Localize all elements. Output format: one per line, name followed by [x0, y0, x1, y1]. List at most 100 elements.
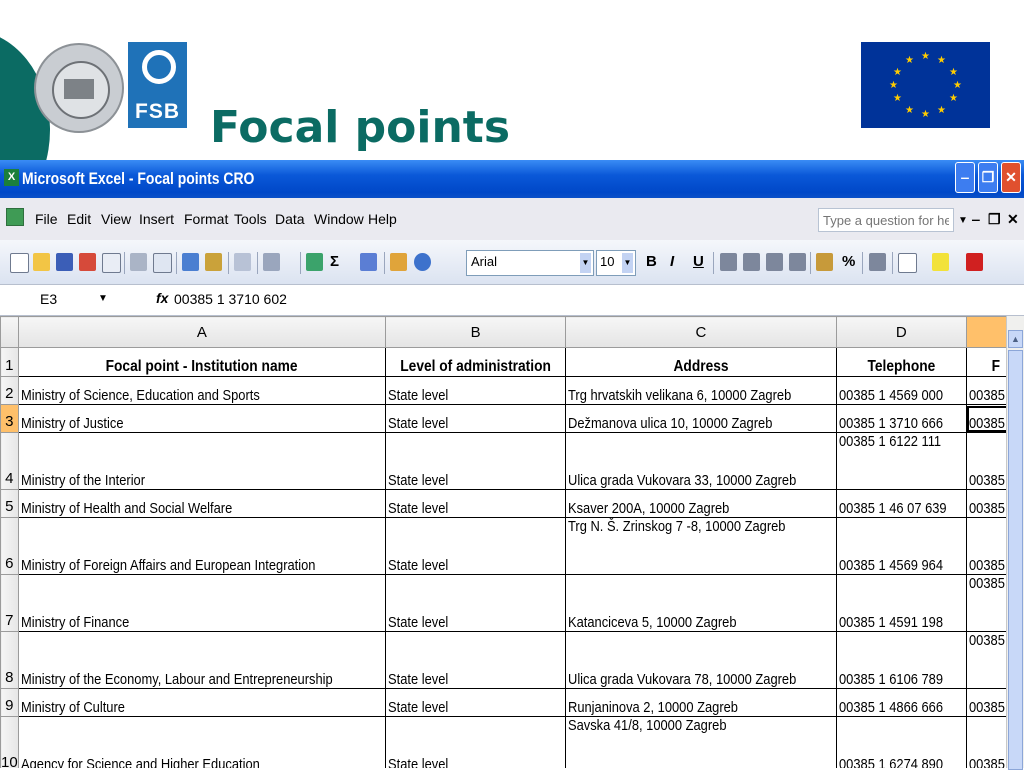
minimize-button[interactable]: ‒	[955, 162, 975, 193]
function-icon[interactable]: fx	[156, 290, 168, 306]
cell-e[interactable]: 00385 1	[965, 517, 1006, 575]
cell-e[interactable]: 00385 1	[965, 631, 1006, 689]
cell-a[interactable]: Ministry of the Economy, Labour and Entr…	[17, 631, 387, 689]
cell-d[interactable]: 00385 1 4569 000	[835, 376, 967, 405]
fill-color-icon[interactable]	[932, 253, 949, 271]
cell-b[interactable]: Level of administration	[385, 347, 567, 377]
cell-b[interactable]: State level	[385, 574, 567, 632]
row-header[interactable]: 1	[0, 347, 19, 377]
spelling-icon[interactable]	[182, 253, 199, 271]
cell-a[interactable]: Ministry of Justice	[17, 404, 387, 433]
paste-icon[interactable]	[234, 253, 251, 271]
autosum-button[interactable]: Σ	[330, 253, 339, 270]
merge-center-icon[interactable]	[789, 253, 806, 271]
print-preview-icon[interactable]	[153, 253, 172, 273]
cell-c[interactable]: Address	[565, 347, 837, 377]
help-search-input[interactable]	[818, 208, 954, 232]
cell-a[interactable]: Ministry of Foreign Affairs and European…	[17, 517, 387, 575]
cell-a[interactable]: Agency for Science and Higher Education	[17, 716, 387, 768]
cell-e[interactable]: 00385 1	[965, 688, 1006, 717]
font-name-select[interactable]: Arial ▼	[466, 250, 594, 276]
cell-b[interactable]: State level	[385, 432, 567, 490]
undo-icon[interactable]	[263, 253, 280, 271]
cell-c[interactable]: Savska 41/8, 10000 Zagreb	[565, 716, 837, 768]
cell-a[interactable]: Ministry of Finance	[17, 574, 387, 632]
print-icon[interactable]	[130, 253, 147, 271]
cell-b[interactable]: State level	[385, 376, 567, 405]
indent-icon[interactable]	[869, 253, 886, 271]
cell-e[interactable]: 00385 1	[965, 716, 1006, 768]
maximize-button[interactable]: ❐	[978, 162, 998, 193]
cell-b[interactable]: State level	[385, 489, 567, 518]
sort-ascending-icon[interactable]	[360, 253, 377, 271]
cell-a[interactable]: Ministry of Culture	[17, 688, 387, 717]
permission-icon[interactable]	[79, 253, 96, 271]
cell-c[interactable]: Trg hrvatskih velikana 6, 10000 Zagreb	[565, 376, 837, 405]
cell-a[interactable]: Ministry of Health and Social Welfare	[17, 489, 387, 518]
row-header[interactable]: 8	[0, 631, 19, 689]
select-all-corner[interactable]	[0, 316, 19, 348]
cell-c[interactable]: Trg N. Š. Zrinskog 7 -8, 10000 Zagreb	[565, 517, 837, 575]
underline-button[interactable]: U	[693, 253, 704, 270]
column-header-c[interactable]: C	[565, 316, 837, 348]
align-right-icon[interactable]	[766, 253, 783, 271]
open-icon[interactable]	[33, 253, 50, 271]
align-left-icon[interactable]	[720, 253, 737, 271]
cell-d[interactable]: 00385 1 6106 789	[835, 631, 967, 689]
doc-close-button[interactable]: ✕	[1007, 211, 1019, 228]
cell-b[interactable]: State level	[385, 688, 567, 717]
cell-d[interactable]: Telephone	[835, 347, 967, 377]
cell-e[interactable]: 00385 1	[965, 404, 1006, 433]
column-header-d[interactable]: D	[835, 316, 967, 348]
menu-format[interactable]: Format	[184, 211, 228, 227]
close-button[interactable]: ✕	[1001, 162, 1021, 193]
bold-button[interactable]: B	[646, 253, 657, 270]
row-header[interactable]: 5	[0, 489, 19, 518]
cell-c[interactable]: Runjaninova 2, 10000 Zagreb	[565, 688, 837, 717]
column-header-a[interactable]: A	[17, 316, 387, 348]
column-header-b[interactable]: B	[385, 316, 567, 348]
font-color-icon[interactable]	[966, 253, 983, 271]
cell-e[interactable]: 00385 1	[965, 376, 1006, 405]
cell-c[interactable]: Katanciceva 5, 10000 Zagreb	[565, 574, 837, 632]
cell-d[interactable]: 00385 1 6122 111	[835, 432, 967, 490]
name-box-dropdown-icon[interactable]: ▼	[98, 293, 108, 304]
column-header-e[interactable]	[965, 316, 1006, 348]
cell-d[interactable]: 00385 1 4866 666	[835, 688, 967, 717]
row-header[interactable]: 3	[0, 404, 19, 433]
cell-d[interactable]: 00385 1 6274 890	[835, 716, 967, 768]
menu-help[interactable]: Help	[368, 211, 397, 227]
font-dropdown-icon[interactable]: ▼	[580, 253, 591, 273]
doc-minimize-button[interactable]: ‒	[972, 211, 980, 227]
hyperlink-icon[interactable]	[306, 253, 323, 271]
formula-input[interactable]: 00385 1 3710 602	[174, 291, 287, 307]
cell-a[interactable]: Focal point - Institution name	[17, 347, 387, 377]
cell-e[interactable]: F	[965, 347, 1006, 377]
row-header[interactable]: 2	[0, 376, 19, 405]
cell-d[interactable]: 00385 1 46 07 639	[835, 489, 967, 518]
cell-e[interactable]: 00385 1	[965, 432, 1006, 490]
row-header[interactable]: 10	[0, 716, 19, 768]
cell-e[interactable]: 00385 1	[965, 489, 1006, 518]
menu-tools[interactable]: Tools	[234, 211, 267, 227]
cell-b[interactable]: State level	[385, 631, 567, 689]
cell-c[interactable]: Ksaver 200A, 10000 Zagreb	[565, 489, 837, 518]
scroll-thumb[interactable]	[1008, 350, 1023, 770]
vertical-scrollbar[interactable]: ▲	[1006, 316, 1024, 770]
row-header[interactable]: 4	[0, 432, 19, 490]
cell-c[interactable]: Ulica grada Vukovara 33, 10000 Zagreb	[565, 432, 837, 490]
italic-button[interactable]: I	[670, 253, 674, 270]
email-icon[interactable]	[102, 253, 121, 273]
align-center-icon[interactable]	[743, 253, 760, 271]
help-icon[interactable]	[414, 253, 431, 271]
cell-a[interactable]: Ministry of Science, Education and Sport…	[17, 376, 387, 405]
cell-c[interactable]: Ulica grada Vukovara 78, 10000 Zagreb	[565, 631, 837, 689]
cell-e[interactable]: 00385 1	[965, 574, 1006, 632]
menu-data[interactable]: Data	[275, 211, 305, 227]
cell-b[interactable]: State level	[385, 716, 567, 768]
cell-d[interactable]: 00385 1 3710 666	[835, 404, 967, 433]
borders-icon[interactable]	[898, 253, 917, 273]
menu-window[interactable]: Window	[314, 211, 364, 227]
menu-file[interactable]: File	[35, 211, 58, 227]
help-dropdown-icon[interactable]: ▼	[958, 215, 968, 226]
